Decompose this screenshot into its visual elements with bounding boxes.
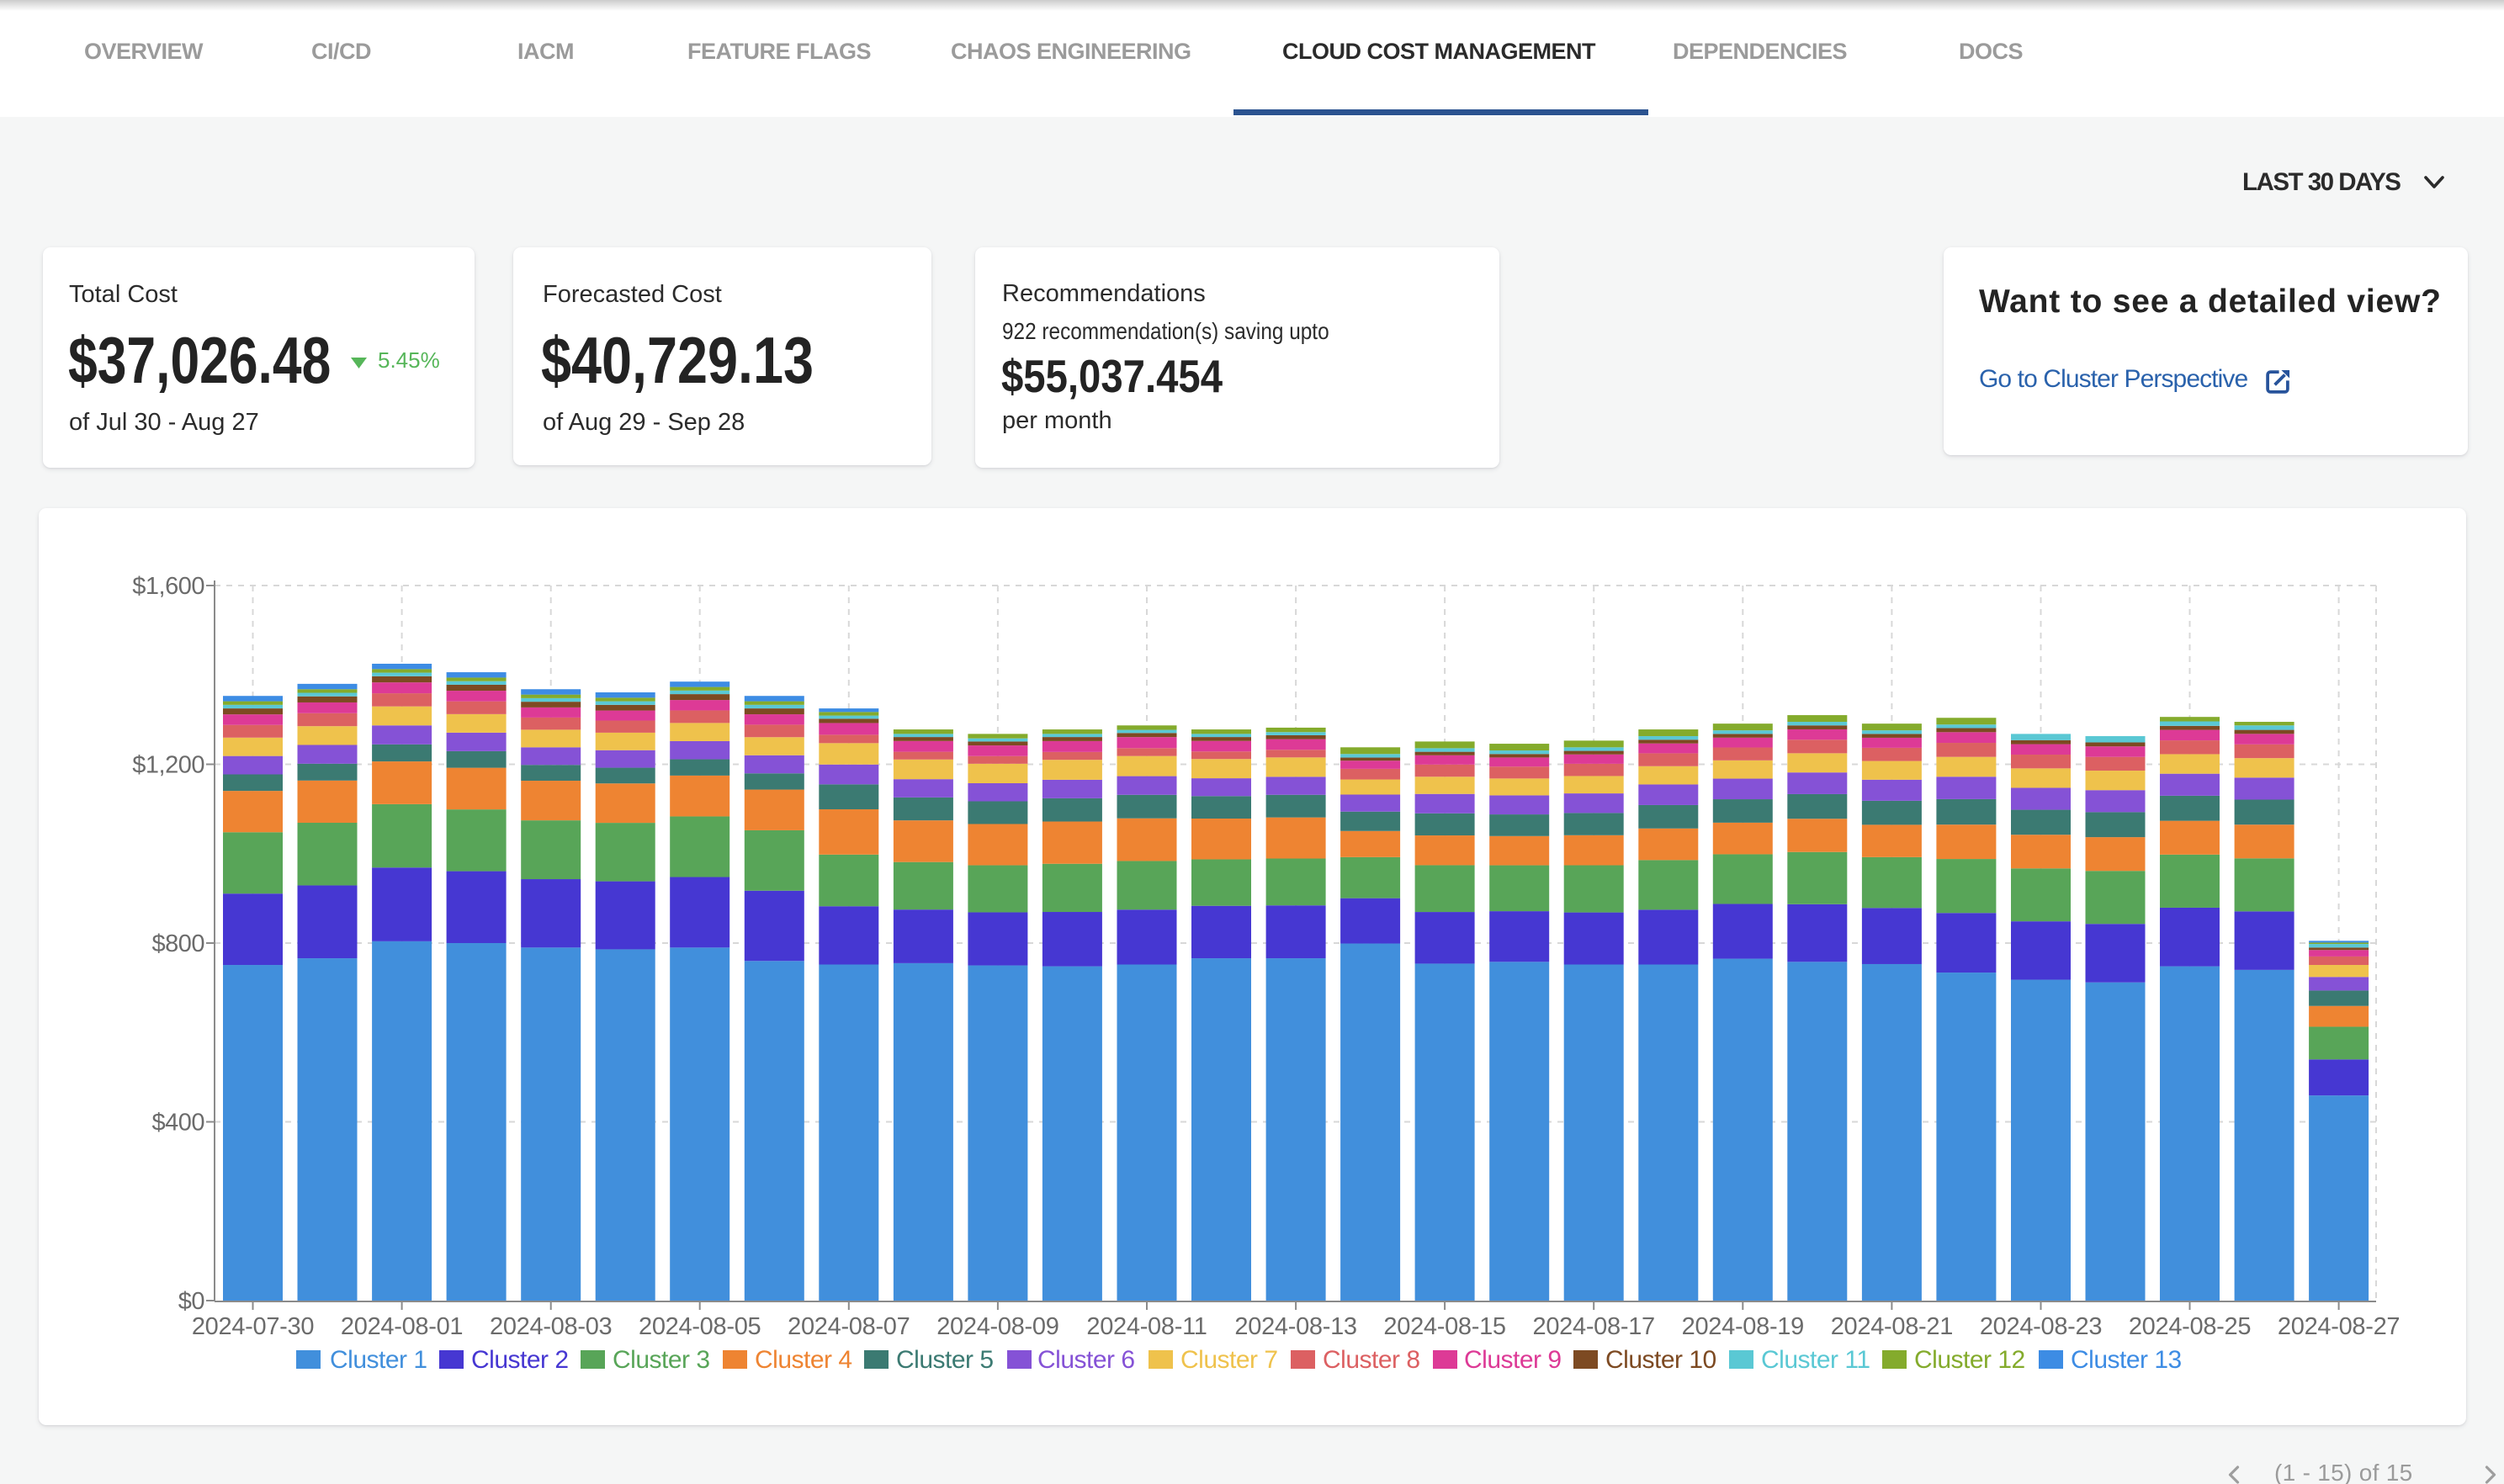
- svg-text:2024-08-05: 2024-08-05: [639, 1313, 761, 1340]
- svg-text:2024-08-27: 2024-08-27: [2278, 1313, 2400, 1340]
- svg-text:2024-08-23: 2024-08-23: [1980, 1313, 2102, 1340]
- svg-text:Cluster 5: Cluster 5: [896, 1346, 994, 1374]
- svg-text:Cluster 7: Cluster 7: [1180, 1346, 1278, 1374]
- svg-text:$1,200: $1,200: [132, 752, 204, 779]
- svg-text:Cluster 3: Cluster 3: [613, 1346, 710, 1374]
- svg-text:Cluster 1: Cluster 1: [330, 1346, 427, 1374]
- svg-text:2024-08-17: 2024-08-17: [1533, 1313, 1655, 1340]
- svg-text:$400: $400: [151, 1110, 204, 1137]
- svg-text:Cluster 10: Cluster 10: [1605, 1346, 1716, 1374]
- svg-text:$0: $0: [178, 1288, 204, 1315]
- svg-text:Cluster 8: Cluster 8: [1323, 1346, 1420, 1374]
- svg-text:Cluster 4: Cluster 4: [755, 1346, 852, 1374]
- svg-text:Cluster 12: Cluster 12: [1914, 1346, 2025, 1374]
- svg-text:2024-07-30: 2024-07-30: [192, 1313, 314, 1340]
- svg-text:2024-08-01: 2024-08-01: [341, 1313, 463, 1340]
- svg-text:Cluster 9: Cluster 9: [1464, 1346, 1562, 1374]
- svg-text:Cluster 6: Cluster 6: [1037, 1346, 1135, 1374]
- svg-text:$1,600: $1,600: [132, 573, 204, 600]
- svg-text:2024-08-13: 2024-08-13: [1234, 1313, 1356, 1340]
- svg-text:Cluster 2: Cluster 2: [471, 1346, 569, 1374]
- svg-text:2024-08-03: 2024-08-03: [490, 1313, 612, 1340]
- svg-text:2024-08-15: 2024-08-15: [1383, 1313, 1505, 1340]
- svg-text:2024-08-19: 2024-08-19: [1682, 1313, 1804, 1340]
- svg-text:2024-08-21: 2024-08-21: [1831, 1313, 1953, 1340]
- svg-text:2024-08-09: 2024-08-09: [936, 1313, 1058, 1340]
- svg-text:$800: $800: [151, 930, 204, 957]
- svg-text:2024-08-07: 2024-08-07: [788, 1313, 910, 1340]
- svg-text:Cluster 13: Cluster 13: [2071, 1346, 2182, 1374]
- svg-text:Cluster 11: Cluster 11: [1761, 1346, 1870, 1374]
- svg-text:2024-08-25: 2024-08-25: [2129, 1313, 2251, 1340]
- svg-text:2024-08-11: 2024-08-11: [1086, 1313, 1207, 1340]
